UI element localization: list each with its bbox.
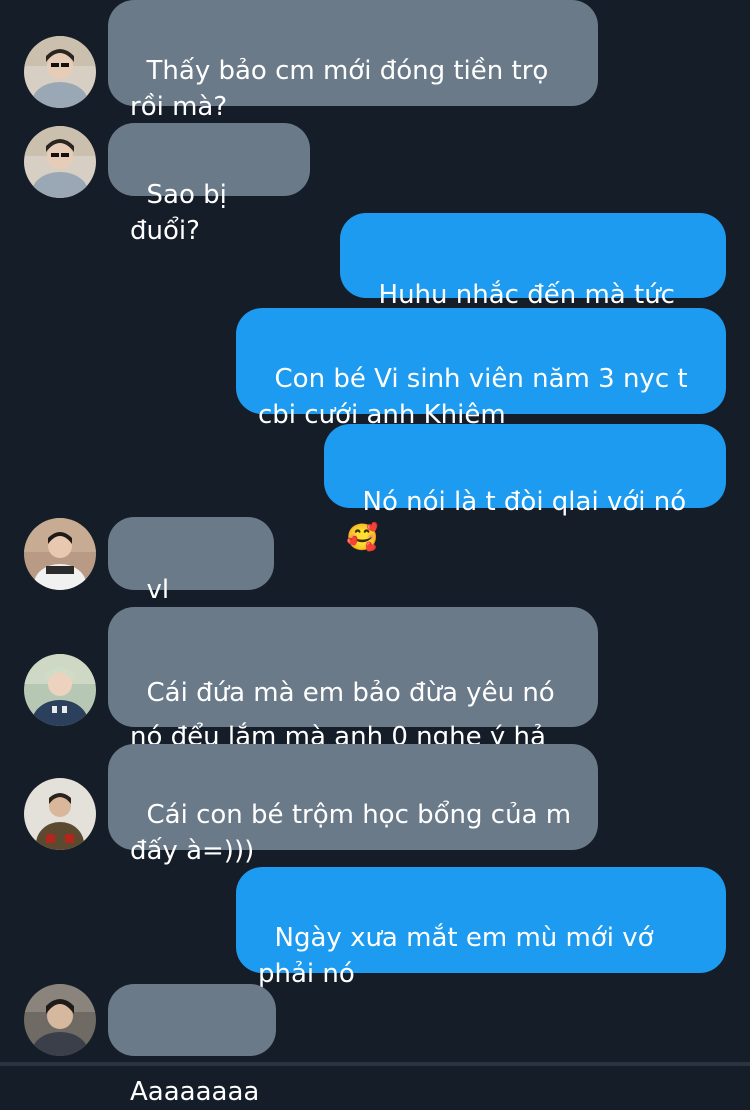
contact-avatar[interactable] [24, 778, 96, 850]
message-bubble[interactable]: Cái đứa mà em bảo đừa yêu nó nó đểu lắm … [108, 607, 598, 796]
message-bubble[interactable]: vl kay=))) [108, 517, 274, 641]
message-text: Ngày xưa mắt em mù mới vớ phải nó [258, 923, 662, 989]
contact-avatar[interactable] [24, 126, 96, 198]
message-text: Cái con bé trộm học bổng của m đấy à=))) [130, 800, 580, 866]
message-text: Aaaaaaaa [130, 1077, 260, 1107]
message-bubble[interactable]: Sao bị đuổi? [108, 123, 310, 246]
contact-avatar[interactable] [24, 518, 96, 590]
message-text: Con bé Vi sinh viên năm 3 nyc t cbi cưới… [258, 364, 696, 430]
contact-avatar[interactable] [24, 36, 96, 108]
message-bubble[interactable]: Aaaaaaaa [108, 984, 276, 1107]
contact-avatar[interactable] [24, 984, 96, 1056]
message-bubble[interactable]: Huhu nhắc đến mà tức 😭 [340, 213, 726, 346]
message-bubble[interactable]: Thấy bảo cm mới đóng tiền trọ rồi mà? [108, 0, 598, 122]
contact-avatar[interactable] [24, 654, 96, 726]
message-text: Thấy bảo cm mới đóng tiền trọ rồi mà? [130, 56, 557, 122]
divider [0, 1062, 750, 1066]
message-bubble[interactable]: Con bé Vi sinh viên năm 3 nyc t cbi cưới… [236, 308, 726, 430]
message-text: Sao bị đuổi? [130, 180, 236, 246]
message-bubble[interactable]: Nó nói là t đòi qlai với nó🥰 [324, 424, 726, 553]
message-bubble[interactable]: Ngày xưa mắt em mù mới vớ phải nó [236, 867, 726, 989]
message-text: Nó nói là t đòi qlai với nó🥰 [346, 487, 687, 553]
message-bubble[interactable]: Cái con bé trộm học bổng của m đấy à=))) [108, 744, 598, 866]
